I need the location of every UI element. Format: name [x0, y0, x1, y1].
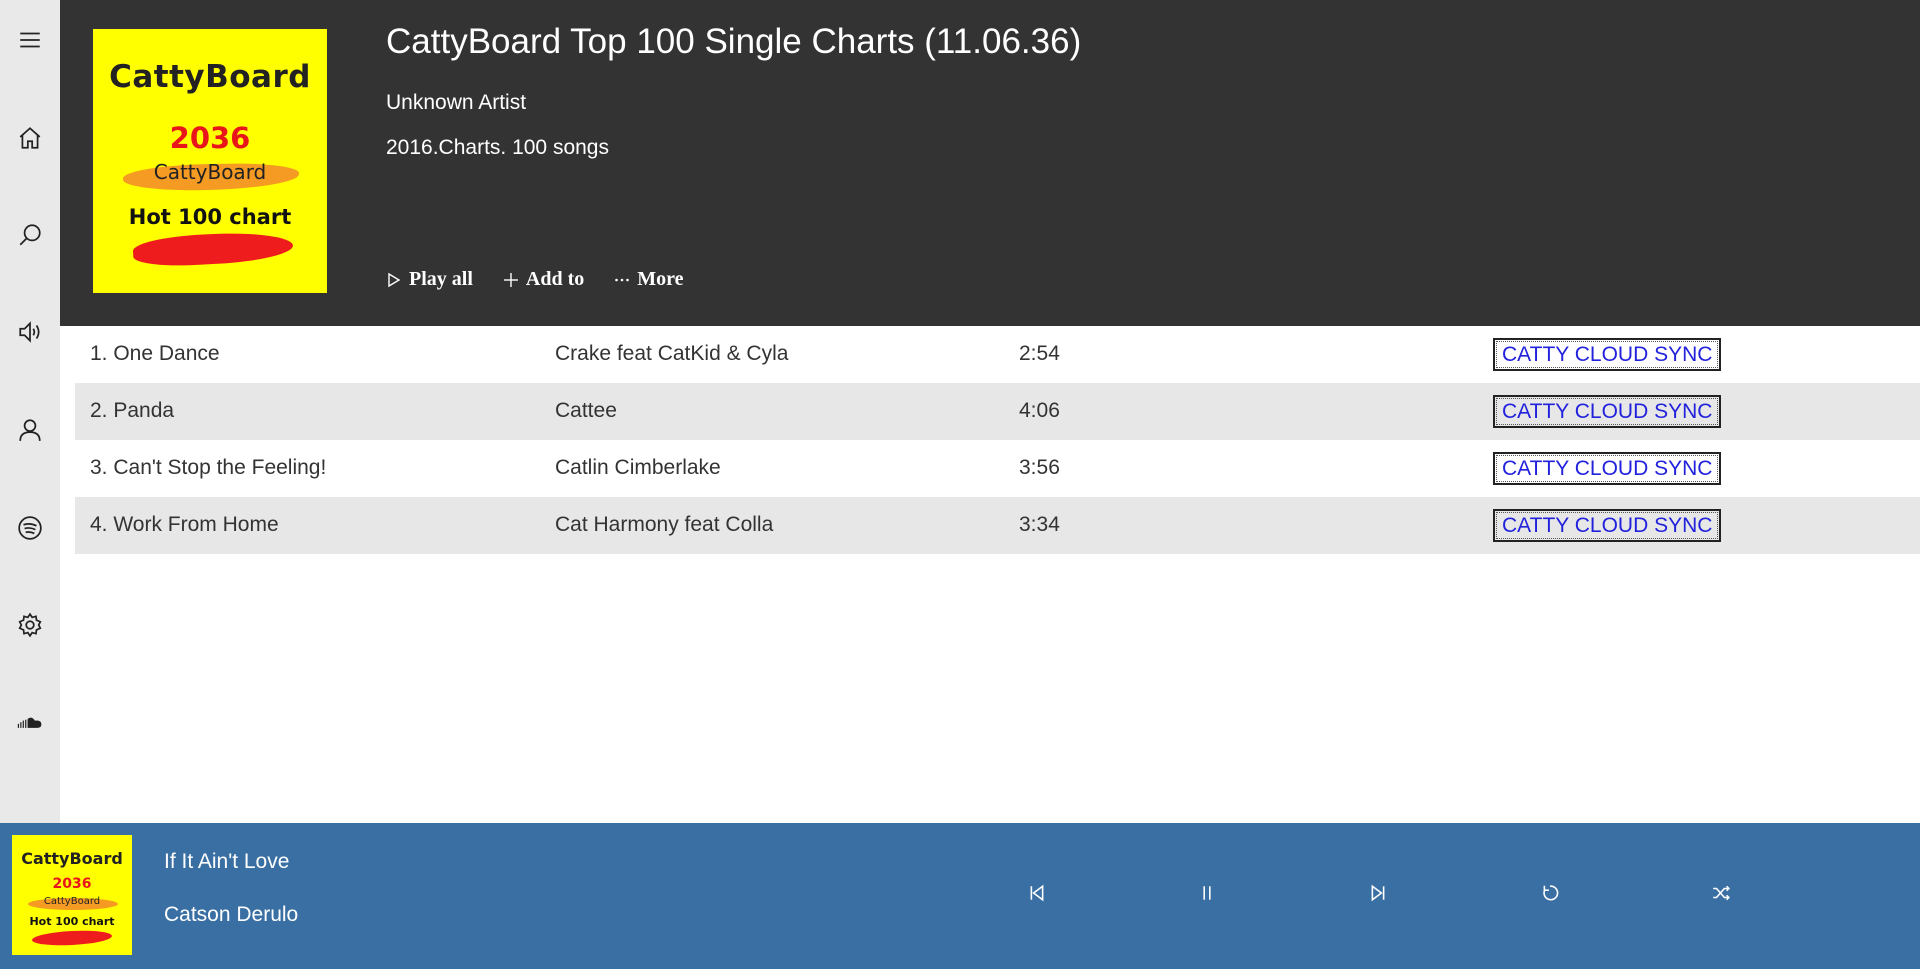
shuffle-icon: [1713, 885, 1730, 901]
add-to-button[interactable]: Add to: [503, 268, 584, 291]
next-button[interactable]: [1358, 873, 1398, 913]
cloud-sync-button[interactable]: CATTY CLOUD SYNC: [1493, 509, 1722, 542]
cover-brush-red: [132, 229, 294, 269]
menu-button[interactable]: [0, 12, 60, 68]
track-duration: 3:34: [1019, 513, 1060, 536]
cloud-sync-button[interactable]: CATTY CLOUD SYNC: [1493, 338, 1722, 371]
soundcloud-icon: [17, 717, 42, 728]
cover-tagline: Hot 100 chart: [128, 205, 292, 229]
track-title: 4. Work From Home: [90, 513, 279, 536]
mini-cover-year: 2036: [52, 876, 92, 892]
home-icon: [19, 127, 41, 149]
search-icon: [19, 224, 41, 246]
track-title: 3. Can't Stop the Feeling!: [90, 456, 327, 479]
skip-previous-icon: [1030, 884, 1044, 902]
play-all-button[interactable]: Play all: [386, 268, 473, 291]
pause-button[interactable]: [1187, 873, 1227, 913]
plus-icon: [503, 272, 518, 287]
sidebar: [0, 0, 60, 823]
table-row[interactable]: 2. Panda Cattee 4:06 CATTY CLOUD SYNC: [75, 383, 1920, 440]
sidebar-item-settings[interactable]: [0, 597, 60, 653]
more-label: More: [637, 268, 684, 290]
add-to-label: Add to: [525, 268, 585, 290]
cover-sub: CattyBoard: [153, 160, 267, 184]
track-duration: 2:54: [1019, 342, 1060, 365]
track-duration: 3:56: [1019, 456, 1060, 479]
volume-icon: [19, 321, 40, 343]
menu-icon: [20, 32, 40, 48]
play-all-label: Play all: [409, 268, 473, 290]
table-row[interactable]: 4. Work From Home Cat Harmony feat Colla…: [75, 497, 1920, 554]
album-meta: 2016.Charts. 100 songs: [386, 136, 609, 159]
track-title: 2. Panda: [90, 399, 175, 422]
sidebar-item-spotify[interactable]: [0, 500, 60, 556]
sidebar-item-search[interactable]: [0, 207, 60, 263]
now-playing-title: If It Ain't Love: [164, 850, 290, 873]
cloud-sync-button[interactable]: CATTY CLOUD SYNC: [1493, 452, 1722, 485]
now-playing-cover: CattyBoard 2036 CattyBoard Hot 100 chart: [12, 835, 132, 955]
repeat-icon: [1543, 885, 1559, 901]
album-cover: CattyBoard 2036 CattyBoard Hot 100 chart: [93, 29, 327, 293]
track-artist: Cattee: [555, 399, 617, 422]
action-bar: Play all Add to More: [386, 268, 714, 291]
sidebar-item-now-playing[interactable]: [0, 304, 60, 360]
track-artist: Cat Harmony feat Colla: [555, 513, 774, 536]
skip-next-icon: [1371, 884, 1385, 902]
ellipsis-icon: [615, 278, 630, 281]
sidebar-item-account[interactable]: [0, 402, 60, 458]
sidebar-item-home[interactable]: [0, 110, 60, 166]
album-artist: Unknown Artist: [386, 91, 527, 114]
cover-brand: CattyBoard: [109, 59, 311, 95]
cover-year: 2036: [169, 121, 251, 155]
repeat-button[interactable]: [1530, 873, 1570, 913]
track-duration: 4:06: [1019, 399, 1060, 422]
track-title: 1. One Dance: [90, 342, 220, 365]
pause-icon: [1203, 886, 1211, 900]
shuffle-button[interactable]: [1701, 873, 1741, 913]
previous-button[interactable]: [1017, 873, 1057, 913]
gear-icon: [18, 612, 42, 638]
more-button[interactable]: More: [614, 268, 684, 291]
mini-cover-brand: CattyBoard: [21, 849, 123, 868]
page-title: CattyBoard Top 100 Single Charts (11.06.…: [386, 22, 1082, 61]
spotify-icon: [18, 516, 42, 540]
sidebar-item-soundcloud[interactable]: [0, 695, 60, 751]
mini-cover-brush-red: [31, 928, 113, 948]
player-bar: CattyBoard 2036 CattyBoard Hot 100 chart…: [0, 823, 1920, 969]
user-icon: [19, 419, 41, 441]
mini-cover-tagline: Hot 100 chart: [29, 915, 115, 928]
now-playing-artist: Catson Derulo: [164, 903, 299, 926]
track-artist: Crake feat CatKid & Cyla: [555, 342, 789, 365]
track-list: 1. One Dance Crake feat CatKid & Cyla 2:…: [75, 326, 1920, 554]
album-header: CattyBoard 2036 CattyBoard Hot 100 chart…: [60, 0, 1920, 326]
cloud-sync-button[interactable]: CATTY CLOUD SYNC: [1493, 395, 1722, 428]
table-row[interactable]: 3. Can't Stop the Feeling! Catlin Cimber…: [75, 440, 1920, 497]
mini-cover-sub: CattyBoard: [43, 896, 101, 907]
track-artist: Catlin Cimberlake: [555, 456, 721, 479]
play-icon: [388, 272, 401, 287]
table-row[interactable]: 1. One Dance Crake feat CatKid & Cyla 2:…: [75, 326, 1920, 383]
